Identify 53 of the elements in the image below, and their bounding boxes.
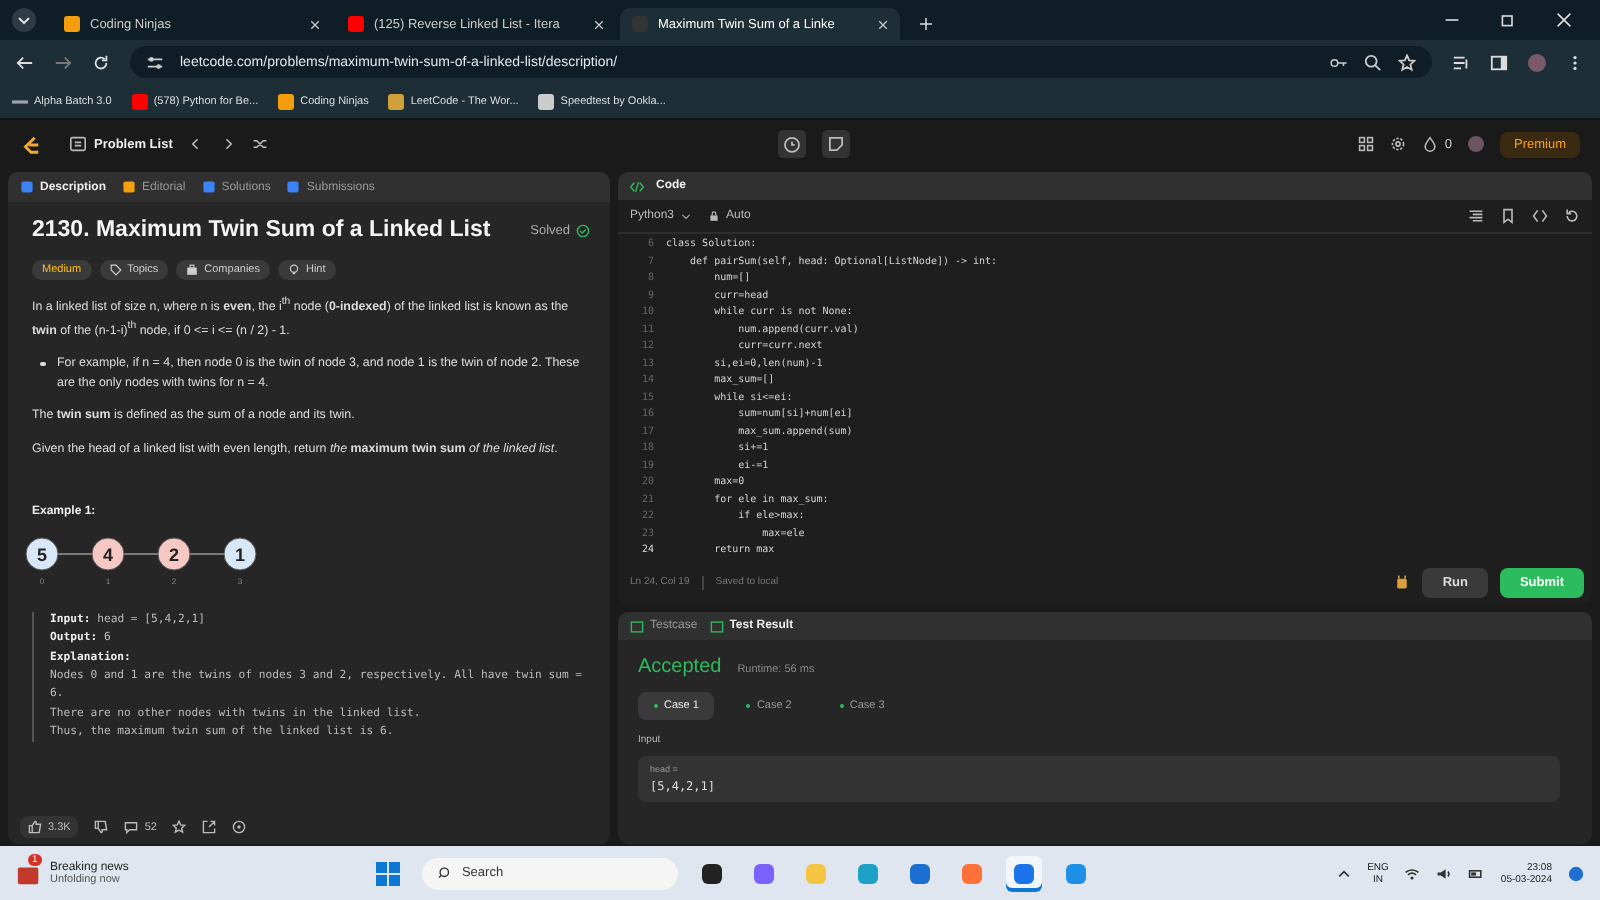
side-panel-icon[interactable] [1490, 53, 1508, 71]
close-icon[interactable] [310, 19, 320, 29]
bullet-icon [40, 361, 45, 367]
tab-list-icon[interactable] [12, 8, 36, 32]
chevron-up-icon[interactable] [1335, 865, 1352, 881]
volume-icon[interactable] [1436, 865, 1453, 881]
status-dot-icon [746, 703, 751, 708]
share-icon[interactable] [202, 820, 217, 834]
comment-icon [124, 820, 139, 834]
search-icon [437, 866, 452, 880]
checkbox-icon [630, 619, 644, 633]
new-tab-icon[interactable] [920, 18, 932, 30]
close-icon[interactable] [1556, 12, 1572, 28]
wifi-icon[interactable] [1404, 865, 1421, 881]
key-icon[interactable] [1330, 53, 1348, 71]
list-icon [70, 136, 86, 152]
thumbs-up-icon [28, 820, 42, 834]
next-icon[interactable] [220, 136, 237, 152]
avatar-icon[interactable] [1468, 136, 1484, 152]
status-dot-icon [839, 703, 844, 708]
tag-icon [109, 264, 122, 276]
restore-icon[interactable] [1500, 12, 1516, 28]
code-icon [630, 179, 644, 193]
site-info-icon[interactable] [146, 53, 164, 71]
grid-icon[interactable] [1358, 136, 1375, 152]
verdict-text: Accepted [638, 656, 722, 678]
close-icon[interactable] [878, 19, 888, 29]
check-circle-icon [576, 223, 590, 237]
battery-icon[interactable] [1468, 865, 1485, 881]
bookmark-icon[interactable] [1500, 208, 1516, 224]
briefcase-icon [186, 264, 199, 276]
lock-icon [708, 210, 721, 222]
help-icon[interactable] [232, 820, 247, 834]
star-icon[interactable] [1398, 53, 1416, 71]
thumbs-down-icon[interactable] [94, 820, 109, 834]
problem-title: 2130. Maximum Twin Sum of a Linked List [32, 218, 491, 242]
chevron-down-icon [680, 210, 693, 222]
media-icon[interactable] [1452, 53, 1470, 71]
settings-icon[interactable] [1390, 136, 1407, 152]
back-icon[interactable] [16, 53, 34, 71]
format-icon[interactable] [1468, 208, 1484, 224]
close-icon[interactable] [594, 19, 604, 29]
star-icon[interactable] [172, 820, 187, 834]
note-icon[interactable] [821, 130, 850, 158]
shuffle-icon[interactable] [252, 136, 269, 152]
forward-icon[interactable] [54, 53, 72, 71]
zoom-icon[interactable] [1364, 53, 1382, 71]
reset-icon[interactable] [1564, 208, 1580, 224]
bulb-icon [287, 264, 300, 276]
debug-icon[interactable] [1394, 574, 1411, 590]
timer-icon[interactable] [777, 130, 806, 158]
braces-icon[interactable] [1532, 208, 1548, 224]
reload-icon[interactable] [92, 53, 110, 71]
